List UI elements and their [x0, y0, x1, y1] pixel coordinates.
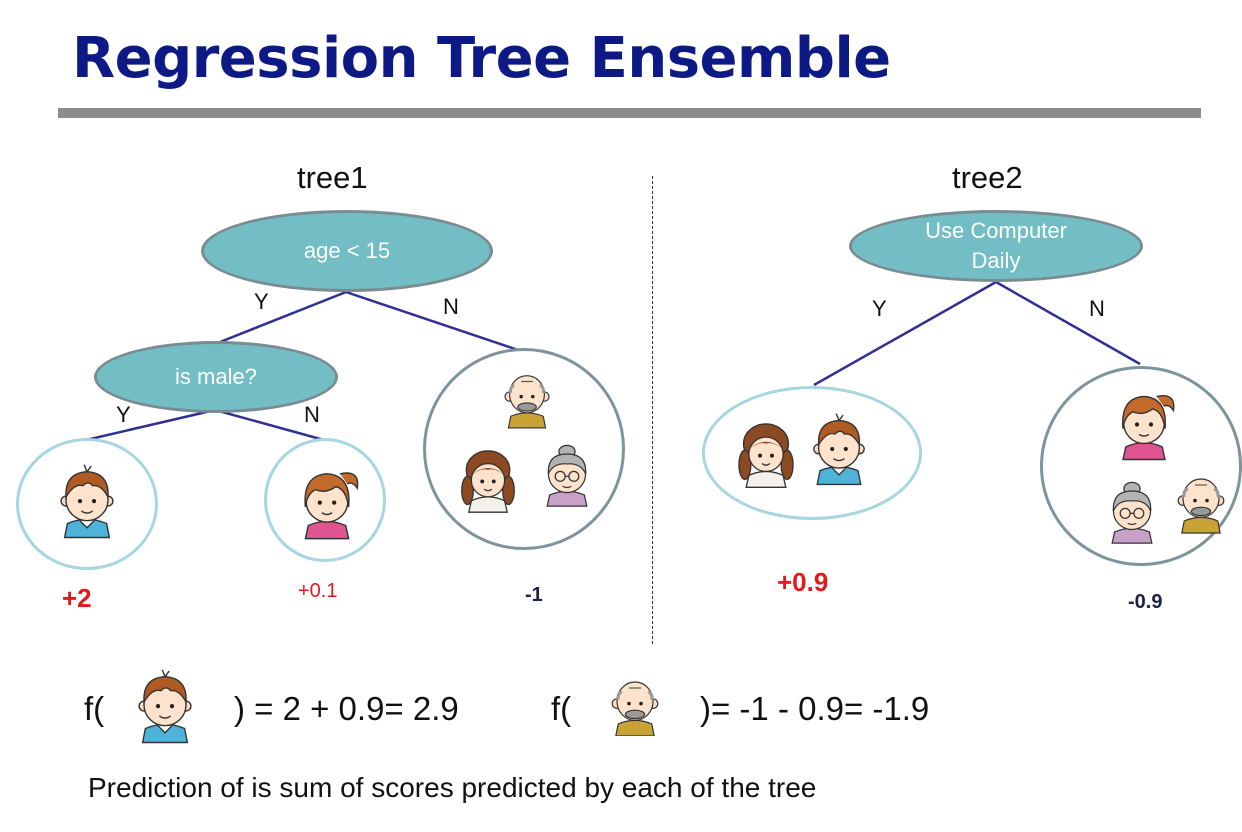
- tree2-label: tree2: [952, 160, 1023, 195]
- grandpa-icon: [604, 670, 666, 736]
- girl-icon: [291, 455, 363, 543]
- tree1-edge-yes: [214, 290, 347, 346]
- tree2-edge-yes: [813, 280, 997, 387]
- caption: Prediction of is sum of scores predicted…: [88, 772, 817, 803]
- tree2-score-2: -0.9: [1128, 591, 1163, 613]
- tree1-edge-no: [345, 290, 525, 354]
- tree1-child-yes-label: Y: [116, 402, 131, 427]
- tree1-leaf-girl: [264, 438, 386, 562]
- tree1-root-question: age < 15: [303, 238, 391, 263]
- tree1-score-1: +2: [62, 583, 92, 613]
- formula-1-prefix: f(: [84, 690, 105, 727]
- boy-icon: [52, 457, 122, 541]
- curly-girl-icon: [733, 409, 799, 493]
- grandpa-icon: [1171, 465, 1231, 535]
- tree2-leaf-young: [702, 386, 922, 520]
- tree1-leaf-elders: [423, 348, 625, 550]
- tree1-root-yes-label: Y: [254, 289, 269, 314]
- girl-icon: [1109, 377, 1179, 465]
- tree2-score-1: +0.9: [777, 567, 829, 597]
- tree2-root-no-label: N: [1089, 296, 1105, 321]
- tree1-score-3: -1: [525, 584, 543, 606]
- boy-icon: [805, 405, 873, 489]
- formula-1-result: ) = 2 + 0.9= 2.9: [234, 690, 459, 727]
- tree1-child-question: is male?: [175, 364, 257, 389]
- tree1-root-node: age < 15: [201, 210, 493, 292]
- grandma-icon: [536, 433, 598, 511]
- tree2-leaf-others: [1040, 366, 1242, 566]
- formula-2-result: )= -1 - 0.9= -1.9: [700, 690, 930, 727]
- tree2-root-yes-label: Y: [872, 296, 887, 321]
- tree1-label: tree1: [297, 160, 368, 195]
- grandma-icon: [1101, 469, 1163, 549]
- tree1-child-no-label: N: [304, 402, 320, 427]
- boy-icon: [130, 664, 200, 744]
- tree1-child-edge-yes: [85, 408, 216, 442]
- tree1-score-2: +0.1: [298, 580, 338, 602]
- grandpa-icon: [498, 361, 556, 431]
- tree2-edge-no: [995, 280, 1141, 366]
- tree1-leaf-boy: [16, 438, 158, 570]
- formula-2-prefix: f(: [551, 690, 572, 727]
- tree1-root-no-label: N: [443, 294, 459, 319]
- curly-girl-icon: [456, 437, 520, 517]
- tree2-root-question: Use Computer Daily: [925, 218, 1067, 273]
- tree2-root-node: Use Computer Daily: [849, 210, 1143, 282]
